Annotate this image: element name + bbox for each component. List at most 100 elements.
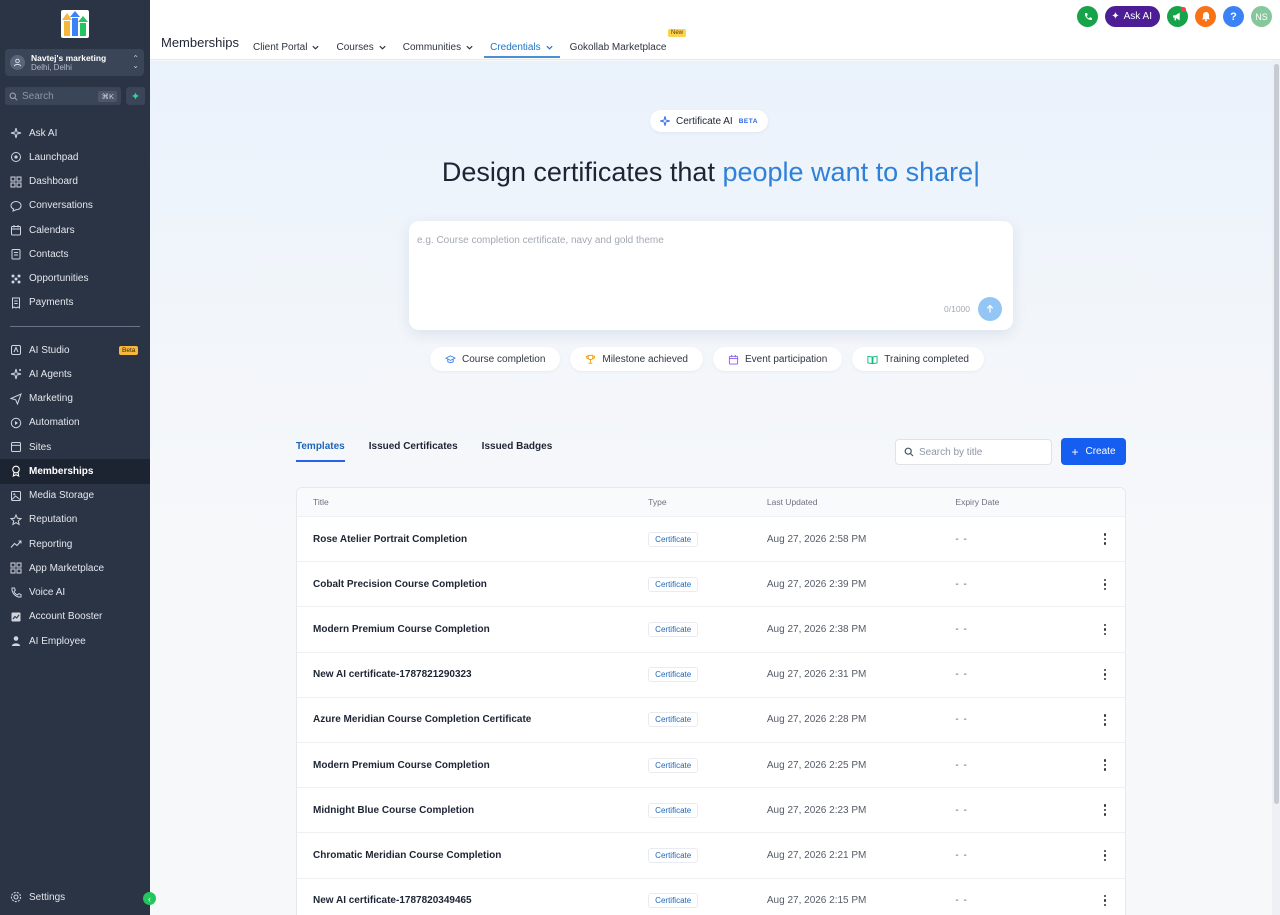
page-scrollbar[interactable]	[1272, 60, 1280, 915]
sidebar-item-ask-ai[interactable]: Ask AI	[0, 121, 150, 145]
create-button[interactable]: + Create	[1061, 438, 1126, 465]
sidebar-item-launchpad[interactable]: Launchpad	[0, 145, 150, 169]
sidebar-item-reputation[interactable]: Reputation	[0, 508, 150, 532]
cell-title[interactable]: Modern Premium Course Completion	[297, 624, 648, 635]
tab-client-portal[interactable]: Client Portal	[253, 37, 320, 58]
tab-courses[interactable]: Courses	[336, 37, 386, 58]
tab-label: Communities	[402, 42, 462, 53]
cell-title[interactable]: Cobalt Precision Course Completion	[297, 579, 648, 590]
chip-course-completion[interactable]: Course completion	[430, 347, 561, 371]
quick-action-button[interactable]: ✦	[126, 87, 145, 105]
cell-title[interactable]: Chromatic Meridian Course Completion	[297, 850, 648, 861]
send-icon	[10, 392, 22, 405]
sidebar-item-dashboard[interactable]: Dashboard	[0, 170, 150, 194]
table-row[interactable]: Rose Atelier Portrait Completion Certific…	[297, 517, 1125, 563]
tab-label: Client Portal	[253, 42, 308, 53]
more-options-icon[interactable]	[1097, 531, 1113, 547]
ask-ai-button[interactable]: ✦ Ask AI	[1105, 6, 1160, 27]
cell-title[interactable]: Rose Atelier Portrait Completion	[297, 534, 648, 545]
sidebar-item-label: AI Agents	[29, 368, 72, 380]
announcements-button[interactable]	[1167, 6, 1188, 27]
app-logo[interactable]	[61, 10, 89, 38]
tab-issued-certificates[interactable]: Issued Certificates	[369, 441, 458, 462]
table-search[interactable]	[895, 439, 1052, 465]
more-options-icon[interactable]	[1097, 712, 1113, 728]
chip-training-completed[interactable]: Training completed	[852, 347, 984, 371]
tab-templates[interactable]: Templates	[296, 441, 345, 462]
collapse-sidebar-button[interactable]: ‹	[143, 892, 156, 905]
sidebar-item-calendars[interactable]: Calendars	[0, 218, 150, 242]
more-options-icon[interactable]	[1097, 667, 1113, 683]
table-row[interactable]: Chromatic Meridian Course Completion Cert…	[297, 833, 1125, 879]
cell-title[interactable]: Azure Meridian Course Completion Certifi…	[297, 714, 648, 725]
sidebar-item-ai-employee[interactable]: AI Employee	[0, 629, 150, 653]
cell-title[interactable]: Midnight Blue Course Completion	[297, 805, 648, 816]
table-row[interactable]: Azure Meridian Course Completion Certifi…	[297, 698, 1125, 743]
sidebar-item-marketing[interactable]: Marketing	[0, 387, 150, 411]
cell-expiry-date: - -	[955, 759, 968, 771]
sidebar-item-reporting[interactable]: Reporting	[0, 532, 150, 556]
sidebar-divider	[10, 326, 140, 327]
sidebar-item-label: Media Storage	[29, 490, 95, 502]
cell-title[interactable]: New AI certificate-1787821290323	[297, 669, 648, 680]
sidebar-search[interactable]: Search ⌘K	[5, 87, 121, 105]
sidebar-item-label: Launchpad	[29, 151, 79, 163]
more-options-icon[interactable]	[1097, 802, 1113, 818]
table-row[interactable]: New AI certificate-1787821290323 Certific…	[297, 653, 1125, 698]
tab-label: Gokollab Marketplace	[569, 42, 667, 53]
send-button[interactable]	[978, 297, 1002, 321]
sites-icon	[10, 441, 22, 453]
table-row[interactable]: Modern Premium Course Completion Certific…	[297, 607, 1125, 653]
type-badge: Certificate	[648, 893, 699, 909]
tab-label: Credentials	[490, 42, 541, 53]
sidebar-item-settings[interactable]: Settings	[0, 885, 150, 909]
sidebar-item-ai-agents[interactable]: AI Agents	[0, 362, 150, 386]
cell-title[interactable]: Modern Premium Course Completion	[297, 760, 648, 771]
trophy-icon	[585, 354, 596, 365]
sidebar-item-media-storage[interactable]: Media Storage	[0, 484, 150, 508]
cell-last-updated: Aug 27, 2026 2:38 PM	[766, 623, 867, 635]
table-row[interactable]: Cobalt Precision Course Completion Certif…	[297, 562, 1125, 608]
tab-communities[interactable]: Communities	[403, 37, 474, 58]
page-title: Memberships	[161, 35, 240, 50]
char-counter: 0/1000	[944, 304, 970, 314]
chip-label: Milestone achieved	[602, 353, 688, 365]
table-header: Title Type Last Updated Expiry Date	[297, 488, 1125, 517]
more-options-icon[interactable]	[1097, 621, 1113, 637]
tab-credentials[interactable]: Credentials	[484, 37, 560, 58]
more-options-icon[interactable]	[1097, 893, 1113, 909]
tab-gokollab-marketplace[interactable]: Gokollab Marketplace	[570, 37, 667, 58]
certificate-prompt-input[interactable]	[417, 235, 997, 295]
chip-event-participation[interactable]: Event participation	[712, 347, 843, 371]
sidebar-item-automation[interactable]: Automation	[0, 411, 150, 435]
table-row[interactable]: Modern Premium Course Completion Certific…	[297, 743, 1125, 789]
type-badge: Certificate	[648, 757, 699, 773]
more-options-icon[interactable]	[1097, 847, 1113, 863]
table-row[interactable]: New AI certificate-1787820349465 Certific…	[297, 879, 1125, 915]
more-options-icon[interactable]	[1097, 576, 1113, 592]
sidebar-item-payments[interactable]: Payments	[0, 291, 150, 315]
sidebar-item-voice-ai[interactable]: Voice AI	[0, 581, 150, 605]
cell-last-updated: Aug 27, 2026 2:39 PM	[766, 578, 867, 590]
tab-issued-badges[interactable]: Issued Badges	[482, 441, 553, 462]
account-switcher[interactable]: Navtej's marketing Delhi, Delhi ⌃ ⌄	[5, 49, 144, 76]
sidebar-item-opportunities[interactable]: Opportunities	[0, 267, 150, 291]
chip-milestone-achieved[interactable]: Milestone achieved	[570, 347, 703, 371]
sidebar-item-ai-studio[interactable]: AI Studio Beta	[0, 338, 150, 362]
sidebar-item-account-booster[interactable]: Account Booster	[0, 605, 150, 629]
gear-icon	[10, 891, 22, 903]
search-by-title-input[interactable]	[919, 446, 1039, 458]
phone-button[interactable]	[1077, 6, 1099, 27]
user-avatar[interactable]: NS	[1251, 6, 1272, 27]
sidebar-item-sites[interactable]: Sites	[0, 435, 150, 459]
sidebar-item-memberships[interactable]: Memberships	[0, 459, 150, 484]
sidebar-item-contacts[interactable]: Contacts	[0, 242, 150, 266]
sidebar-item-app-marketplace[interactable]: App Marketplace	[0, 556, 150, 580]
cell-title[interactable]: New AI certificate-1787820349465	[297, 895, 648, 906]
more-options-icon[interactable]	[1097, 757, 1113, 773]
sidebar-item-conversations[interactable]: Conversations	[0, 194, 150, 218]
help-button[interactable]: ?	[1223, 6, 1244, 27]
scrollbar-thumb[interactable]	[1274, 64, 1279, 804]
table-row[interactable]: Midnight Blue Course Completion Certifica…	[297, 788, 1125, 834]
notifications-button[interactable]	[1195, 6, 1216, 27]
